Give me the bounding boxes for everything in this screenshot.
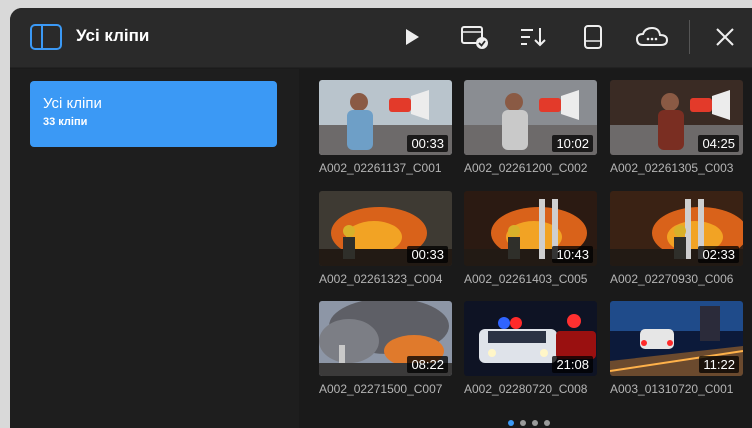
sidebar-item-label: Усі кліпи — [43, 95, 102, 112]
page-dot[interactable] — [508, 420, 514, 426]
page-indicator[interactable] — [508, 420, 550, 426]
clip-duration: 10:43 — [552, 246, 593, 263]
clip-name: A002_02261200_C002 — [464, 161, 588, 175]
sidebar-item-count: 33 кліпи — [43, 116, 88, 128]
clip-tile[interactable]: 04:25 A002_02261305_C003 — [610, 80, 747, 175]
clip-tile[interactable]: 10:02 A002_02261200_C002 — [464, 80, 601, 175]
clip-duration: 00:33 — [407, 135, 448, 152]
clip-duration: 00:33 — [407, 246, 448, 263]
sidebar-item-all-clips[interactable]: Усі кліпи 33 кліпи — [30, 81, 277, 147]
sidebar: Усі кліпи 33 кліпи — [10, 69, 299, 428]
clip-thumbnail: 02:33 — [610, 191, 743, 266]
clips-check-icon — [461, 26, 488, 49]
clip-name: A003_01310720_C001 — [610, 382, 734, 396]
clip-name: A002_02280720_C008 — [464, 382, 588, 396]
clip-name: A002_02261323_C004 — [319, 272, 443, 286]
top-toolbar: Усі кліпи — [10, 8, 752, 68]
cloud-icon — [635, 26, 669, 46]
clip-grid: 00:33 A002_02261137_C001 10:02 A002_0226… — [299, 69, 752, 428]
page-dot[interactable] — [544, 420, 550, 426]
clip-thumbnail: 10:02 — [464, 80, 597, 155]
clip-thumbnail: 00:33 — [319, 80, 452, 155]
clip-tile[interactable]: 10:43 A002_02261403_C005 — [464, 191, 601, 286]
clip-tile[interactable]: 11:22 A003_01310720_C001 — [610, 301, 747, 396]
sort-icon — [521, 28, 546, 47]
close-icon — [716, 28, 734, 46]
clip-tile[interactable]: 21:08 A002_02280720_C008 — [464, 301, 601, 396]
clip-name: A002_02270930_C006 — [610, 272, 734, 286]
clip-tile[interactable]: 00:33 A002_02261137_C001 — [319, 80, 456, 175]
clip-tile[interactable]: 08:22 A002_02271500_C007 — [319, 301, 456, 396]
play-icon — [406, 29, 419, 45]
clip-thumbnail: 10:43 — [464, 191, 597, 266]
clip-duration: 11:22 — [699, 356, 739, 373]
page-dot[interactable] — [520, 420, 526, 426]
page-title: Усі кліпи — [76, 26, 150, 45]
clip-duration: 10:02 — [552, 135, 593, 152]
clip-tile[interactable]: 00:33 A002_02261323_C004 — [319, 191, 456, 286]
sort-button[interactable] — [518, 22, 548, 52]
page-dot[interactable] — [532, 420, 538, 426]
clip-select-button[interactable] — [460, 22, 490, 52]
clip-thumbnail: 00:33 — [319, 191, 452, 266]
clip-duration: 21:08 — [552, 356, 593, 373]
app-window: Усі кліпи Усі кліпи 33 кліпи 00:33 A002_… — [10, 8, 752, 428]
storage-drive-icon — [584, 25, 602, 49]
clip-thumbnail: 21:08 — [464, 301, 597, 376]
clip-duration: 02:33 — [698, 246, 739, 263]
storage-button[interactable] — [578, 22, 608, 52]
cloud-button[interactable] — [634, 22, 670, 52]
clip-name: A002_02271500_C007 — [319, 382, 443, 396]
clip-thumbnail: 08:22 — [319, 301, 452, 376]
close-button[interactable] — [710, 22, 740, 52]
clip-name: A002_02261305_C003 — [610, 161, 734, 175]
clip-name: A002_02261403_C005 — [464, 272, 588, 286]
clip-tile[interactable]: 02:33 A002_02270930_C006 — [610, 191, 747, 286]
sidebar-toggle-icon[interactable] — [30, 24, 62, 50]
toolbar-divider — [689, 20, 690, 54]
clip-name: A002_02261137_C001 — [319, 161, 442, 175]
clip-thumbnail: 04:25 — [610, 80, 743, 155]
clip-thumbnail: 11:22 — [610, 301, 743, 376]
clip-duration: 08:22 — [407, 356, 448, 373]
play-button[interactable] — [397, 22, 427, 52]
clip-duration: 04:25 — [698, 135, 739, 152]
